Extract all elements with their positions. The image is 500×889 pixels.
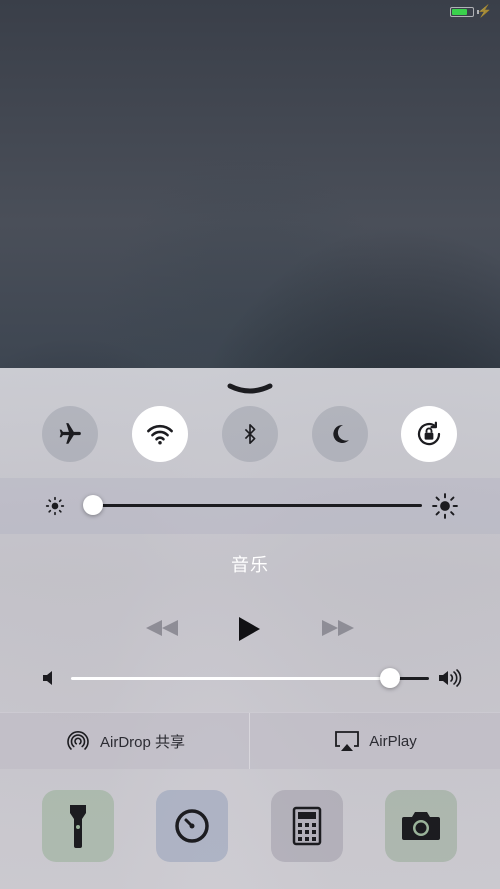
calculator-button[interactable] bbox=[271, 790, 343, 862]
charging-icon: ⚡ bbox=[477, 4, 492, 18]
wifi-toggle[interactable] bbox=[132, 406, 188, 462]
airdrop-label: AirDrop 共享 bbox=[99, 733, 185, 751]
toggle-row bbox=[0, 406, 500, 462]
bluetooth-toggle[interactable] bbox=[222, 406, 278, 462]
airplay-button[interactable]: AirPlay bbox=[250, 713, 500, 769]
battery-icon bbox=[450, 7, 474, 17]
fast-forward-icon[interactable] bbox=[320, 618, 356, 638]
airdrop-icon bbox=[67, 731, 89, 750]
control-center: 音乐 AirDrop 共享 AirPlay bbox=[0, 368, 500, 889]
airplay-icon bbox=[335, 731, 360, 751]
timer-button[interactable] bbox=[156, 790, 228, 862]
battery-level bbox=[452, 9, 467, 15]
volume-low-icon bbox=[43, 671, 52, 685]
airplay-label: AirPlay bbox=[369, 732, 417, 750]
brightness-slider-thumb[interactable] bbox=[82, 495, 103, 515]
grabber-handle[interactable] bbox=[226, 382, 274, 396]
brightness-control bbox=[0, 478, 500, 534]
brightness-low-icon bbox=[45, 496, 65, 516]
wifi-icon bbox=[147, 424, 173, 445]
rotation-lock-icon bbox=[417, 421, 441, 446]
camera-icon bbox=[402, 812, 440, 840]
camera-button[interactable] bbox=[385, 790, 457, 862]
brightness-high-icon bbox=[432, 493, 458, 519]
play-icon[interactable] bbox=[236, 615, 262, 643]
brightness-track[interactable] bbox=[86, 504, 422, 507]
airdrop-button[interactable]: AirDrop 共享 bbox=[0, 713, 249, 769]
share-row: AirDrop 共享 AirPlay bbox=[0, 712, 500, 769]
volume-high-icon bbox=[439, 669, 462, 687]
quick-actions-row bbox=[0, 790, 500, 862]
rewind-icon[interactable] bbox=[144, 618, 180, 638]
rotation-lock-toggle[interactable] bbox=[401, 406, 457, 462]
flashlight-icon bbox=[70, 805, 86, 848]
calculator-icon bbox=[292, 806, 322, 846]
status-bar: ⚡ bbox=[0, 0, 500, 22]
do-not-disturb-toggle[interactable] bbox=[312, 406, 368, 462]
volume-track-filled[interactable] bbox=[71, 677, 390, 680]
bluetooth-icon bbox=[244, 424, 256, 444]
timer-icon bbox=[175, 809, 209, 843]
music-title: 音乐 bbox=[231, 555, 269, 575]
airplane-icon bbox=[59, 423, 81, 444]
moon-icon bbox=[333, 424, 349, 443]
volume-slider-thumb[interactable] bbox=[379, 668, 400, 688]
airplane-mode-toggle[interactable] bbox=[42, 406, 98, 462]
flashlight-button[interactable] bbox=[42, 790, 114, 862]
